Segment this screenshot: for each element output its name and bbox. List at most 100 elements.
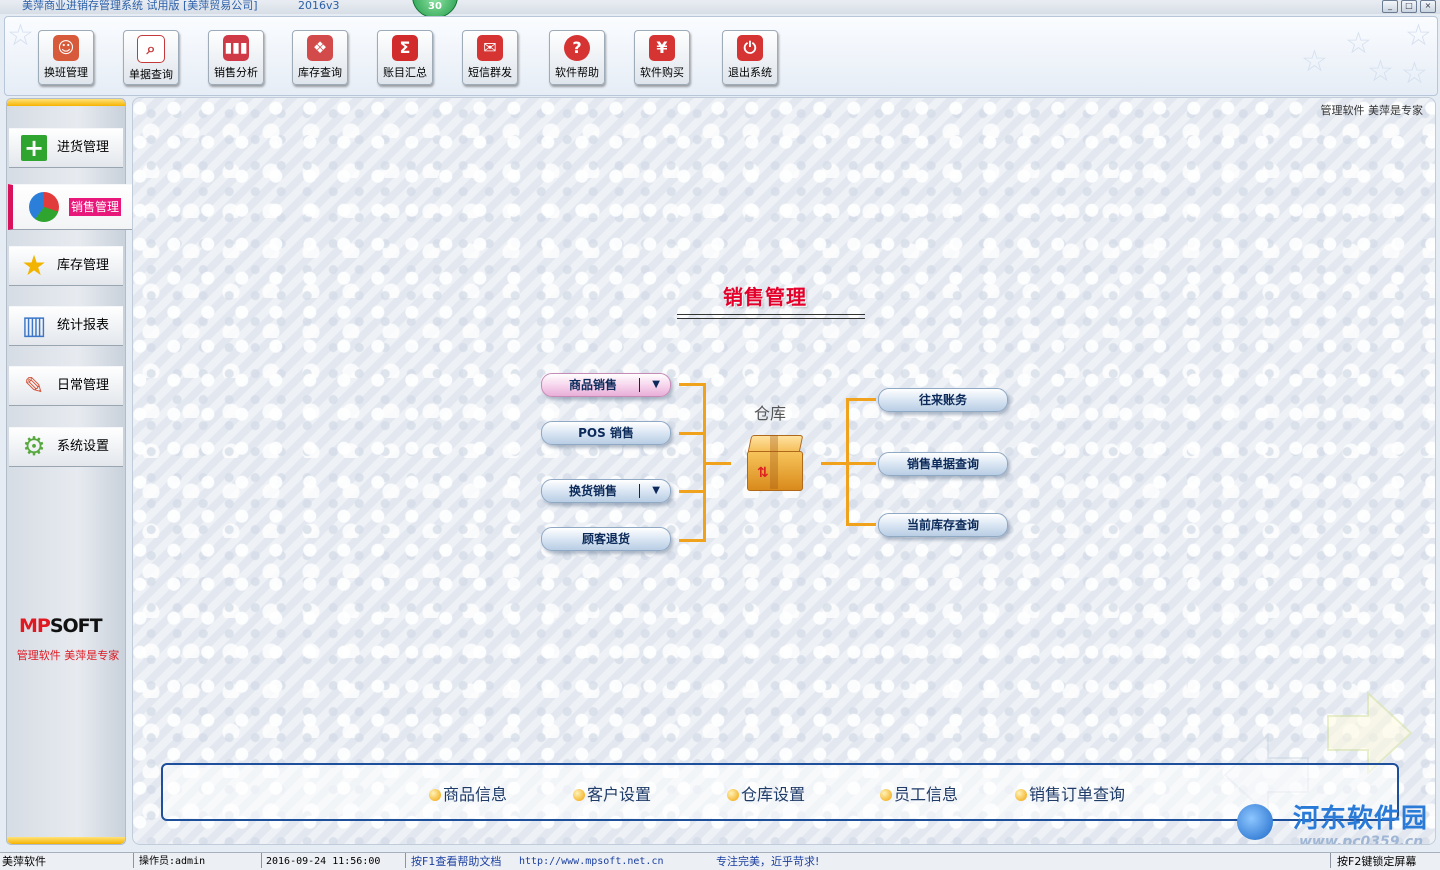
tools-icon: ✎ (23, 372, 45, 400)
status-operator: 操作员:admin (139, 856, 206, 867)
document-query-button[interactable]: ⌕ 单据查询 (123, 30, 179, 85)
section-title: 销售管理 (723, 285, 807, 309)
toolbar-button-label: 软件帮助 (555, 66, 599, 79)
window-version: 2016v3 (298, 0, 340, 12)
shift-management-button[interactable]: ☺ 换班管理 (38, 30, 94, 85)
help-icon: ? (564, 35, 590, 61)
orange-dot-icon (727, 789, 739, 801)
link-product-info[interactable]: 商品信息 (429, 781, 507, 805)
column-chart-icon: ▥ (21, 311, 47, 341)
sidebar-item-purchase[interactable]: + 进货管理 (9, 128, 123, 168)
current-stock-query-button[interactable]: 当前库存查询 (878, 513, 1008, 537)
status-divider (133, 853, 134, 868)
user-switch-icon: ☺ (53, 35, 79, 61)
bar-chart-icon: ▮▮▮ (223, 35, 249, 61)
sidebar-item-label: 系统设置 (57, 439, 110, 454)
dropdown-separator (639, 378, 640, 392)
sidebar-item-label: 日常管理 (57, 378, 110, 393)
watermark-text: 河东软件园 (1293, 804, 1429, 834)
connector-line (846, 462, 876, 465)
connector-line (679, 383, 705, 386)
dropdown-separator (639, 484, 640, 498)
sidebar-item-label: 销售管理 (69, 198, 122, 216)
link-label: 员工信息 (894, 785, 959, 804)
star-decoration-icon: ☆ (7, 18, 34, 53)
star-decoration-icon: ☆ (1405, 18, 1432, 53)
status-motto: 专注完美，近乎苛求! (716, 855, 820, 868)
exchange-sales-button[interactable]: 换货销售 ▼ (541, 479, 671, 503)
pill-label: 当前库存查询 (906, 518, 979, 532)
magnifier-icon: ⌕ (137, 35, 165, 63)
pill-label: 销售单据查询 (906, 457, 979, 471)
envelope-icon: ✉ (477, 35, 503, 61)
warehouse-box-icon[interactable]: ⇅ (743, 431, 805, 491)
toolbar-button-label: 退出系统 (728, 66, 772, 79)
link-employee-info[interactable]: 员工信息 (880, 781, 958, 805)
connector-line (703, 462, 731, 465)
chevron-down-icon[interactable]: ▼ (652, 480, 660, 502)
product-sales-button[interactable]: 商品销售 ▼ (541, 373, 671, 397)
connector-line (679, 432, 705, 435)
chevron-down-icon[interactable]: ▼ (652, 374, 660, 396)
link-customer-settings[interactable]: 客户设置 (573, 781, 651, 805)
pos-sales-button[interactable]: POS 销售 (541, 421, 671, 445)
sidebar-bottom-accent (7, 837, 125, 844)
inventory-query-button[interactable]: ❖ 库存查询 (292, 30, 348, 85)
window-controls: _ □ × (1382, 0, 1436, 13)
sidebar: + 进货管理 销售管理 ★ 库存管理 ▥ 统计报表 ✎ 日常管理 ⚙ 系统设置 … (6, 98, 137, 845)
status-website-link[interactable]: http://www.mpsoft.net.cn (519, 853, 664, 870)
exit-system-button[interactable]: ⏻ 退出系统 (722, 30, 778, 85)
sidebar-item-reports[interactable]: ▥ 统计报表 (9, 306, 123, 346)
sales-document-query-button[interactable]: 销售单据查询 (878, 452, 1008, 476)
status-divider (261, 853, 262, 868)
star-decoration-icon: ☆ (1367, 54, 1394, 89)
maximize-button[interactable]: □ (1401, 0, 1417, 13)
link-warehouse-settings[interactable]: 仓库设置 (727, 781, 805, 805)
minimize-button[interactable]: _ (1382, 0, 1398, 13)
star-decoration-icon: ☆ (1401, 56, 1428, 91)
status-datetime: 2016-09-24 11:56:00 (266, 856, 381, 867)
green-plus-icon: + (21, 135, 47, 161)
account-summary-button[interactable]: Σ 账目汇总 (377, 30, 433, 85)
toolbar-button-label: 软件购买 (640, 66, 684, 79)
pill-label: 顾客退货 (581, 532, 630, 546)
sms-broadcast-button[interactable]: ✉ 短信群发 (462, 30, 518, 85)
star-decoration-icon: ☆ (1301, 44, 1328, 79)
link-label: 客户设置 (587, 785, 652, 804)
orange-dot-icon (1015, 789, 1027, 801)
sidebar-item-sales[interactable]: 销售管理 (8, 184, 137, 230)
software-help-button[interactable]: ? 软件帮助 (549, 30, 605, 85)
sidebar-item-settings[interactable]: ⚙ 系统设置 (9, 427, 123, 467)
pill-label: POS 销售 (578, 426, 634, 440)
sidebar-top-accent (7, 99, 125, 106)
status-bar: 美萍软件 操作员:admin 2016-09-24 11:56:00 按F1查看… (0, 852, 1440, 870)
orange-dot-icon (880, 789, 892, 801)
status-help-hint[interactable]: 按F1查看帮助文档 (411, 853, 501, 870)
link-label: 销售订单查询 (1029, 785, 1126, 804)
logo-subtitle: 管理软件 美萍是专家 (16, 649, 120, 662)
boxes-icon: ❖ (307, 35, 333, 61)
sidebar-item-label: 统计报表 (57, 318, 110, 333)
star-icon: ★ (21, 249, 47, 282)
slogan: 管理软件 美萍是专家 (1320, 104, 1424, 117)
sales-analysis-button[interactable]: ▮▮▮ 销售分析 (208, 30, 264, 85)
status-divider (405, 853, 406, 868)
close-button[interactable]: × (1420, 0, 1436, 13)
window-title: 美萍商业进销存管理系统 试用版 [美萍贸易公司] (22, 0, 258, 12)
sidebar-item-inventory[interactable]: ★ 库存管理 (9, 246, 123, 286)
sidebar-item-label: 进货管理 (57, 140, 110, 155)
accounts-transactions-button[interactable]: 往来账务 (878, 388, 1008, 412)
orange-dot-icon (573, 789, 585, 801)
gear-icon: ⚙ (22, 432, 46, 462)
link-sales-order-query[interactable]: 销售订单查询 (1015, 781, 1125, 805)
status-lock-hint: 按F2键锁定屏幕 (1337, 855, 1417, 868)
status-company: 美萍软件 (2, 855, 46, 868)
link-label: 仓库设置 (741, 785, 806, 804)
customer-return-button[interactable]: 顾客退货 (541, 527, 671, 551)
sidebar-item-daily[interactable]: ✎ 日常管理 (9, 366, 123, 406)
link-label: 商品信息 (443, 785, 508, 804)
main-panel: 管理软件 美萍是专家 销售管理 商品销售 ▼ POS 销售 换货销售 ▼ 顾客退… (132, 97, 1436, 845)
software-purchase-button[interactable]: ¥ 软件购买 (634, 30, 690, 85)
toolbar-button-label: 销售分析 (214, 66, 258, 79)
mpsoft-logo: MPSOFT (19, 615, 103, 637)
